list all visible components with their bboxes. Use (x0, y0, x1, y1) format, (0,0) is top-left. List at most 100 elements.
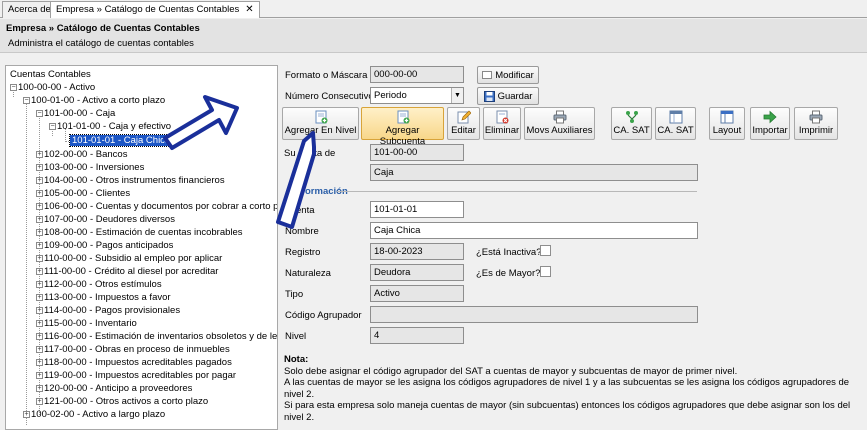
expand-icon[interactable]: + (36, 255, 43, 262)
registry-label: Registro (285, 247, 321, 258)
tab-catalogo[interactable]: Empresa » Catálogo de Cuentas Contables ✕ (50, 1, 260, 18)
tree-node[interactable]: +106-00-00 - Cuentas y documentos por co… (36, 200, 277, 213)
note-block: Nota: Solo debe asignar el código agrupa… (284, 354, 864, 423)
major-checkbox[interactable] (540, 266, 551, 277)
collapse-icon[interactable]: − (36, 110, 43, 117)
note-line: A las cuentas de mayor se les asigna los… (284, 377, 850, 400)
expand-icon[interactable]: + (36, 398, 43, 405)
add-document-icon (397, 110, 409, 124)
edit-icon (457, 110, 471, 124)
close-icon[interactable]: ✕ (245, 4, 253, 15)
expand-icon[interactable]: + (36, 320, 43, 327)
tree-node[interactable]: +113-00-00 - Impuestos a favor (36, 291, 171, 304)
arrow-right-icon (763, 110, 777, 124)
tab-bar: Acerca de Empresa » Catálogo de Cuentas … (0, 0, 867, 18)
tree-node[interactable]: +109-00-00 - Pagos anticipados (36, 239, 173, 252)
expand-icon[interactable]: + (36, 151, 43, 158)
tree-node[interactable]: +120-00-00 - Anticipo a proveedores (36, 382, 192, 395)
expand-icon[interactable]: + (36, 307, 43, 314)
tree-node[interactable]: +112-00-00 - Otros estímulos (36, 278, 162, 291)
tree-node[interactable]: +110-00-00 - Subsidio al empleo por apli… (36, 252, 222, 265)
layout-icon (720, 110, 734, 124)
print-button[interactable]: Imprimir (794, 107, 838, 140)
save-button[interactable]: Guardar (477, 87, 539, 105)
major-label: ¿Es de Mayor? (476, 268, 541, 279)
page-title: Empresa » Catálogo de Cuentas Contables (6, 23, 200, 34)
modify-button[interactable]: Modificar (477, 66, 539, 84)
add-level-button[interactable]: Agregar En Nivel (282, 107, 359, 140)
edit-button[interactable]: Editar (447, 107, 480, 140)
blank-icon (482, 71, 493, 79)
tree-node-selected[interactable]: 101-01-01 - Caja Chica (68, 134, 174, 147)
tab-acerca-de[interactable]: Acerca de (2, 1, 57, 18)
delete-button[interactable]: Eliminar (483, 107, 521, 140)
expand-icon[interactable]: + (36, 164, 43, 171)
parent-code-field: 101-00-00 (370, 144, 464, 161)
collapse-icon[interactable]: − (10, 84, 17, 91)
printer-icon (809, 110, 823, 124)
expand-icon[interactable]: + (36, 268, 43, 275)
mask-field[interactable]: 000-00-00 (370, 66, 464, 83)
section-divider (337, 191, 697, 192)
consecutive-select[interactable]: Periodo ▼ (370, 87, 464, 104)
tree-node[interactable]: +115-00-00 - Inventario (36, 317, 137, 330)
level-label: Nivel (285, 331, 307, 342)
expand-icon[interactable]: + (36, 177, 43, 184)
tree-node[interactable]: −101-01-00 - Caja y efectivo (49, 120, 171, 133)
ca-sat-button-2[interactable]: CA. SAT (655, 107, 696, 140)
account-tree[interactable]: Cuentas Contables −100-00-00 - Activo −1… (5, 65, 278, 430)
tree-node[interactable]: +118-00-00 - Impuestos acreditables paga… (36, 356, 232, 369)
note-title: Nota: (284, 354, 309, 365)
expand-icon[interactable]: + (36, 385, 43, 392)
expand-icon[interactable]: + (36, 346, 43, 353)
expand-icon[interactable]: + (36, 203, 43, 210)
note-line: Solo debe asignar el código agrupador de… (284, 365, 738, 377)
expand-icon[interactable]: + (36, 229, 43, 236)
tree-node[interactable]: +105-00-00 - Clientes (36, 187, 130, 200)
tree-node[interactable]: +103-00-00 - Inversiones (36, 161, 144, 174)
import-button[interactable]: Importar (750, 107, 790, 140)
tree-node[interactable]: +121-00-00 - Otros activos a corto plazo (36, 395, 208, 408)
add-subaccount-button[interactable]: Agregar Subcuenta (361, 107, 444, 147)
inactive-checkbox[interactable] (540, 245, 551, 256)
name-field[interactable]: Caja Chica (370, 222, 698, 239)
parent-account-label: Su enta de (284, 148, 336, 159)
expand-icon[interactable]: + (36, 294, 43, 301)
layout-button[interactable]: Layout (709, 107, 745, 140)
expand-icon[interactable]: + (36, 359, 43, 366)
nature-label: Naturaleza (285, 268, 331, 279)
aux-movements-button[interactable]: Movs Auxiliares (524, 107, 595, 140)
expand-icon[interactable]: + (36, 281, 43, 288)
group-code-field[interactable] (370, 306, 698, 323)
tree-node[interactable]: +116-00-00 - Estimación de inventarios o… (36, 330, 277, 343)
tree-root[interactable]: Cuentas Contables (10, 68, 91, 81)
chevron-down-icon[interactable]: ▼ (451, 88, 463, 103)
note-line: Si para esta empresa solo maneja cuentas… (284, 400, 851, 423)
tree-node[interactable]: +107-00-00 - Deudores diversos (36, 213, 175, 226)
consecutive-label: Número Consecutivo (285, 91, 374, 102)
level-field: 4 (370, 327, 464, 344)
expand-icon[interactable]: + (23, 411, 30, 418)
tree-node[interactable]: +100-02-00 - Activo a largo plazo (23, 408, 165, 421)
expand-icon[interactable]: + (36, 216, 43, 223)
expand-icon[interactable]: + (36, 372, 43, 379)
expand-icon[interactable]: + (36, 190, 43, 197)
expand-icon[interactable]: + (36, 242, 43, 249)
parent-name-field: Caja (370, 164, 698, 181)
tree-node[interactable]: +119-00-00 - Impuestos acreditables por … (36, 369, 236, 382)
collapse-icon[interactable]: − (49, 123, 56, 130)
page-header: Empresa » Catálogo de Cuentas Contables … (0, 19, 867, 53)
tree-node[interactable]: −100-01-00 - Activo a corto plazo (23, 94, 165, 107)
tree-node[interactable]: +104-00-00 - Otros instrumentos financie… (36, 174, 225, 187)
tree-node[interactable]: +114-00-00 - Pagos provisionales (36, 304, 180, 317)
tree-node[interactable]: −101-00-00 - Caja (36, 107, 115, 120)
expand-icon[interactable]: + (36, 333, 43, 340)
tree-node[interactable]: +117-00-00 - Obras en proceso de inmuebl… (36, 343, 230, 356)
tree-node[interactable]: +108-00-00 - Estimación de cuentas incob… (36, 226, 243, 239)
collapse-icon[interactable]: − (23, 97, 30, 104)
tree-node[interactable]: −100-00-00 - Activo (10, 81, 95, 94)
tree-node[interactable]: +111-00-00 - Crédito al diesel por acred… (36, 265, 218, 278)
account-code-field[interactable]: 101-01-01 (370, 201, 464, 218)
tree-node[interactable]: +102-00-00 - Bancos (36, 148, 127, 161)
ca-sat-button-1[interactable]: CA. SAT (611, 107, 652, 140)
